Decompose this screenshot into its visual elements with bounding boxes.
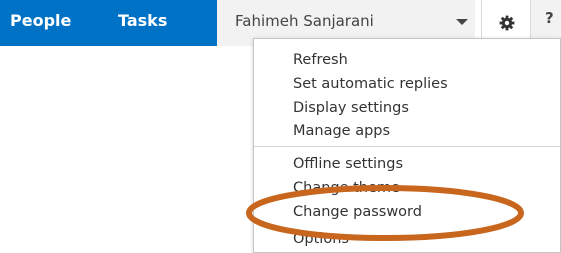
menu-item-change-password[interactable]: Change password [293,202,422,222]
menu-item-set-automatic-replies[interactable]: Set automatic replies [293,74,448,94]
help-icon: ? [545,9,554,27]
settings-dropdown-menu: Refresh Set automatic replies Display se… [253,38,561,253]
menu-separator [254,146,560,147]
gear-icon [499,15,515,31]
suite-nav: People Tasks [0,0,217,46]
user-name: Fahimeh Sanjarani [235,12,374,30]
menu-item-change-theme[interactable]: Change theme [293,178,400,198]
menu-item-offline-settings[interactable]: Offline settings [293,154,403,174]
menu-item-display-settings[interactable]: Display settings [293,98,409,118]
menu-item-refresh[interactable]: Refresh [293,50,348,70]
menu-item-manage-apps[interactable]: Manage apps [293,121,390,141]
chevron-down-icon [456,19,468,25]
nav-link-tasks[interactable]: Tasks [118,10,167,32]
nav-link-people[interactable]: People [10,10,71,32]
menu-item-options[interactable]: Options [293,229,349,249]
